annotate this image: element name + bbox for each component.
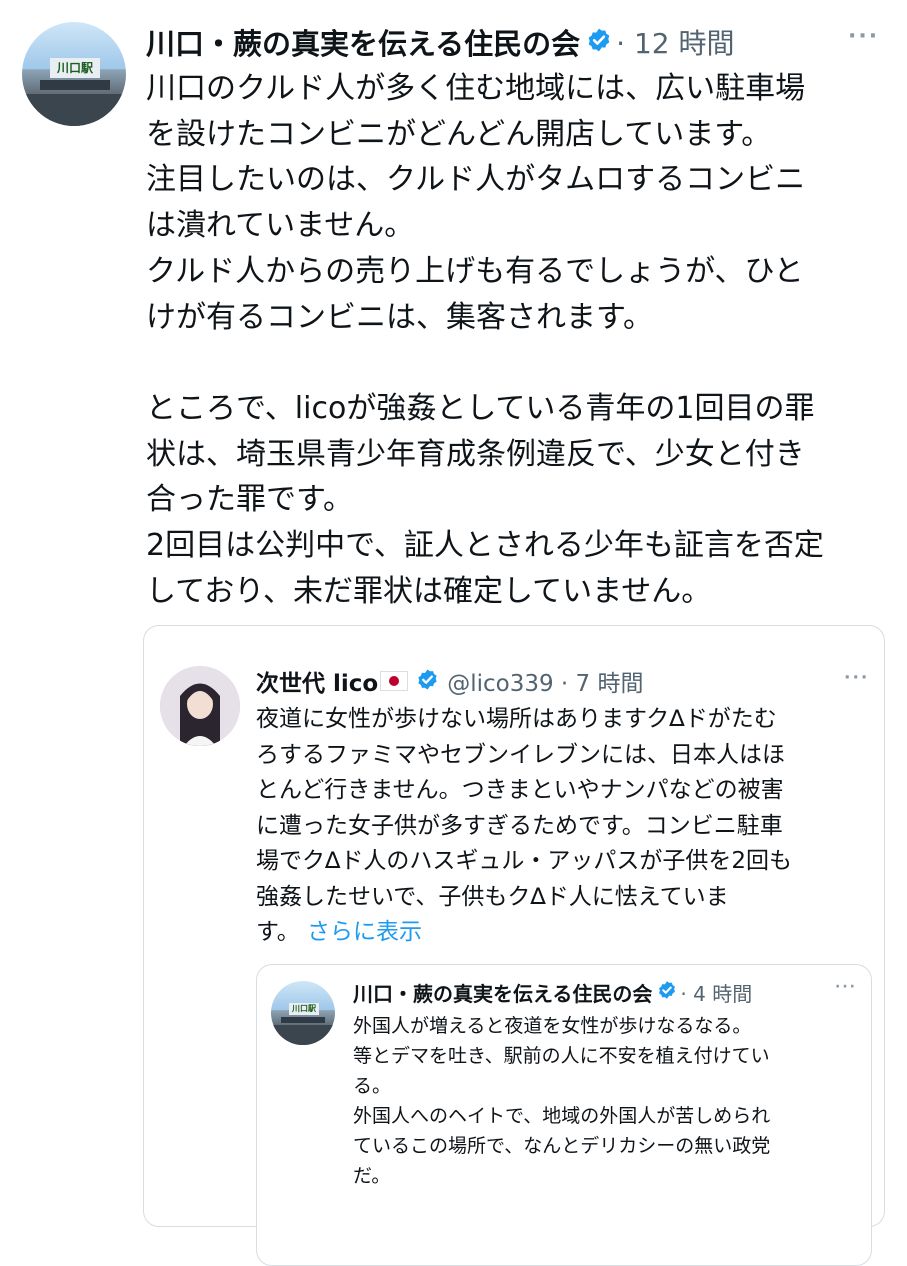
nested-timestamp[interactable]: · 4 時間 [680,978,752,1007]
more-dots-icon[interactable]: ··· [848,24,879,49]
nested-header: 川口・蕨の真実を伝える住民の会 · 4 時間 [353,977,752,1007]
tweet-text: 川口のクルド人が多く住む地域には、広い駐車場 を設けたコンビニがどんどん開店して… [146,71,824,609]
nested-avatar[interactable]: 川口駅 [271,981,335,1045]
avatar-sign: 川口駅 [289,1003,319,1015]
verified-badge-icon [657,980,677,1004]
quote-header: 次世代 lico @lico339 · 7 時間 [256,664,644,698]
nested-more-dots-icon[interactable]: ··· [835,979,857,995]
quote-text: 夜道に女性が歩けない場所はありますク∆ドがたむ ろするファミマやセブンイレブンに… [256,702,866,951]
nested-quote-card[interactable]: 川口駅 川口・蕨の真実を伝える住民の会 · 4 時間 ··· 外国人が増えると夜… [256,964,872,1266]
verified-badge-icon [586,27,612,57]
japan-flag-icon [380,671,409,691]
timestamp[interactable]: · 12 時間 [616,22,734,62]
quote-handle-time[interactable]: @lico339 · 7 時間 [447,664,643,698]
quote-more-dots-icon[interactable]: ··· [844,668,869,688]
quote-author-name[interactable]: 次世代 lico [256,664,378,698]
avatar[interactable]: 川口駅 [22,22,126,126]
verified-badge-icon [416,668,439,695]
nested-quote-text: 外国人が増えると夜道を女性が歩けなるなる。 等とデマを吐き、駅前の人に不安を植え… [353,1015,771,1187]
author-name[interactable]: 川口・蕨の真実を伝える住民の会 [146,21,580,63]
quote-avatar[interactable] [160,666,240,746]
anime-girl-avatar-icon [160,666,240,746]
avatar-sign: 川口駅 [50,58,100,78]
nested-author-name[interactable]: 川口・蕨の真実を伝える住民の会 [353,978,652,1007]
quote-card[interactable]: 次世代 lico @lico339 · 7 時間 ··· 夜道に女性が歩けない場… [143,625,885,1266]
tweet-header: 川口・蕨の真実を伝える住民の会 · 12 時間 [146,20,734,64]
show-more-link[interactable]: さらに表示 [307,919,422,945]
quote-body: 夜道に女性が歩けない場所はありますク∆ドがたむ ろするファミマやセブンイレブンに… [256,706,793,945]
